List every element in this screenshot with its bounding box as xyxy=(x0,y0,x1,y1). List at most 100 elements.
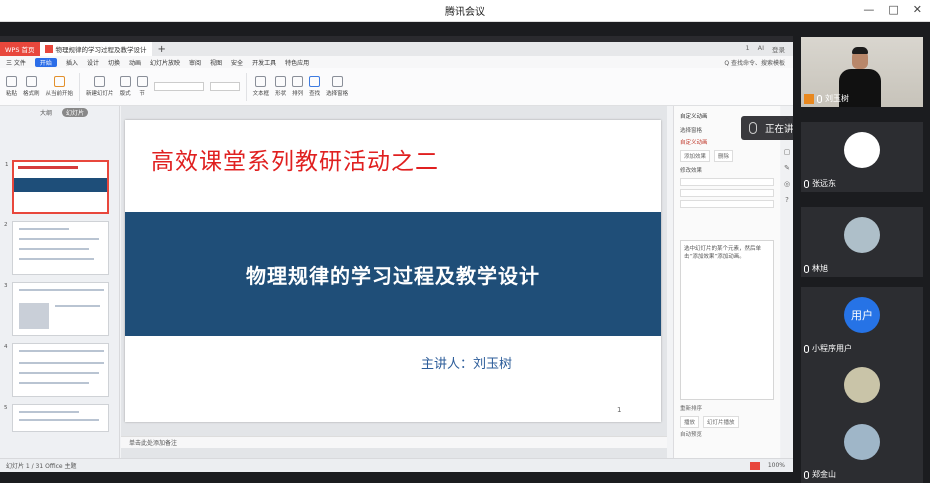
play-button[interactable]: 播放 xyxy=(680,416,700,428)
slide-thumbnail[interactable]: 3 xyxy=(4,282,109,336)
font-family-select[interactable] xyxy=(153,82,204,91)
custom-animation-pane: 自定义动画 选择窗格 自定义动画 添加效果 删除 修改效果 选中幻灯片的某个元素… xyxy=(673,106,780,458)
tabbar-right-item[interactable]: 登录 xyxy=(772,44,785,54)
current-slide[interactable]: 高效课堂系列教研活动之二 物理规律的学习过程及教学设计 主讲人：刘玉树 1 xyxy=(125,120,661,422)
menu-view[interactable]: 视图 xyxy=(210,58,222,67)
selection-pane-icon xyxy=(331,76,343,87)
delete-effect-button[interactable]: 删除 xyxy=(714,150,734,162)
participant-name-text: 刘玉树 xyxy=(825,94,849,103)
shapes-icon xyxy=(275,76,287,87)
menu-developer[interactable]: 开发工具 xyxy=(252,58,276,67)
effect-speed-select[interactable] xyxy=(680,200,774,208)
section-icon xyxy=(136,76,148,87)
participant-tile[interactable]: 用户 小程序用户 xyxy=(801,287,923,357)
menu-insert[interactable]: 插入 xyxy=(66,58,78,67)
slideshow-play-icon[interactable] xyxy=(749,461,760,470)
menu-animation[interactable]: 动画 xyxy=(129,58,141,67)
microphone-icon xyxy=(804,179,809,188)
paste-button[interactable]: 粘贴 xyxy=(6,76,17,97)
textbox-button[interactable]: 文本框 xyxy=(253,76,269,97)
minimize-icon[interactable]: — xyxy=(863,3,874,16)
thumb-text-line xyxy=(55,305,100,307)
tool-icon[interactable]: ▢ xyxy=(784,148,791,156)
tab-wps-home[interactable]: WPS 首页 xyxy=(0,42,40,56)
window-title: 腾讯会议 xyxy=(445,7,485,18)
thumb-text-line xyxy=(19,258,94,260)
menu-file[interactable]: 三 文件 xyxy=(6,58,26,67)
tool-icon[interactable]: ✎ xyxy=(784,164,790,172)
layout-button[interactable]: 版式 xyxy=(119,76,131,97)
tabbar-right-item[interactable]: AI xyxy=(758,44,764,54)
tool-icon[interactable]: ? xyxy=(785,196,789,204)
effect-property-select[interactable] xyxy=(680,189,774,197)
slide-thumbnail[interactable]: 5 xyxy=(4,404,109,432)
participant-tile[interactable]: 郑金山 xyxy=(801,414,923,483)
menu-security[interactable]: 安全 xyxy=(231,58,243,67)
participant-tile[interactable]: 刘玉树 xyxy=(801,37,923,107)
menu-transition[interactable]: 切换 xyxy=(108,58,120,67)
participant-name: 郑金山 xyxy=(804,469,836,480)
section-button[interactable]: 节 xyxy=(136,76,148,97)
tabbar-right: 1 AI 登录 xyxy=(745,44,793,54)
find-button[interactable]: 查找 xyxy=(309,76,320,97)
close-icon[interactable]: ✕ xyxy=(913,3,922,16)
menu-features[interactable]: 特色应用 xyxy=(285,58,309,67)
microphone-icon xyxy=(804,344,809,353)
slide-thumbnail[interactable]: 2 xyxy=(4,221,109,275)
slide-thumbnail[interactable]: 4 xyxy=(4,343,109,397)
slide-number: 5 xyxy=(4,405,8,411)
participant-tile[interactable]: 张远东 xyxy=(801,122,923,192)
tool-icon[interactable]: ◎ xyxy=(784,180,790,188)
new-slide-button[interactable]: 新建幻灯片 xyxy=(86,76,114,97)
textbox-icon xyxy=(255,76,267,87)
participant-tile[interactable]: 林旭 xyxy=(801,207,923,277)
paste-label: 粘贴 xyxy=(6,91,18,97)
participant-name-text: 张远东 xyxy=(812,179,836,188)
participant-name-text: 郑金山 xyxy=(812,470,836,479)
tab-document[interactable]: 物理规律的学习过程及教学设计 xyxy=(39,42,152,56)
microphone-icon xyxy=(749,122,757,134)
microphone-icon xyxy=(804,470,809,479)
menu-review[interactable]: 审阅 xyxy=(189,58,201,67)
zoom-level[interactable]: 100% xyxy=(768,462,785,469)
slideshow-button[interactable]: 幻灯片播放 xyxy=(703,416,739,428)
reorder-label: 重新排序 xyxy=(680,406,703,412)
selection-pane-button[interactable]: 选择窗格 xyxy=(326,76,348,97)
slide-thumbnail[interactable]: 1 xyxy=(5,160,109,214)
menu-slideshow[interactable]: 幻灯片放映 xyxy=(150,58,180,67)
slide-speaker[interactable]: 主讲人：刘玉树 xyxy=(421,353,512,372)
host-icon xyxy=(804,93,814,104)
animation-hint: 选中幻灯片的某个元素，然后单击“添加效果”添加动画。 xyxy=(684,246,762,260)
slide-number: 4 xyxy=(4,344,8,350)
notes-area[interactable]: 单击此处添加备注 xyxy=(121,436,667,448)
command-search[interactable]: Q 查找命令、搜索模板 xyxy=(724,58,793,67)
shapes-button[interactable]: 形状 xyxy=(275,76,286,97)
tabbar-right-item[interactable]: 1 xyxy=(745,44,749,54)
tab-document-label: 物理规律的学习过程及教学设计 xyxy=(55,46,147,54)
add-effect-button[interactable]: 添加效果 xyxy=(680,150,711,162)
slide-number: 1 xyxy=(5,162,9,168)
effect-start-select[interactable] xyxy=(680,178,774,186)
status-right: 100% xyxy=(749,461,793,470)
menu-home[interactable]: 开始 xyxy=(34,57,57,67)
window-controls: — □ ✕ xyxy=(863,3,922,16)
new-tab-button[interactable]: + xyxy=(152,44,172,55)
tab-slides[interactable]: 幻灯片 xyxy=(62,107,89,117)
statusbar: 幻灯片 1 / 31 Office 主题 100% xyxy=(0,458,793,472)
autopreview-checkbox[interactable]: 自动预览 xyxy=(680,430,702,438)
thumb-text-line xyxy=(19,419,99,421)
restore-icon[interactable]: □ xyxy=(888,3,898,16)
slide-subtitle[interactable]: 物理规律的学习过程及教学设计 xyxy=(246,260,540,289)
wps-window: WPS 首页 物理规律的学习过程及教学设计 + 1 AI 登录 三 文件 开始 … xyxy=(0,42,793,472)
tab-outline[interactable]: 大纲 xyxy=(40,108,52,117)
animation-list[interactable]: 选中幻灯片的某个元素，然后单击“添加效果”添加动画。 xyxy=(680,240,774,400)
participant-name-text: 林旭 xyxy=(812,264,828,273)
participant-name: 小程序用户 xyxy=(804,343,852,354)
slide-title[interactable]: 高效课堂系列教研活动之二 xyxy=(151,142,439,176)
play-from-current-button[interactable]: 从当前开始 xyxy=(46,76,73,97)
format-painter-button[interactable]: 格式刷 xyxy=(23,76,40,97)
layout-icon xyxy=(119,76,131,87)
font-size-select[interactable] xyxy=(209,82,240,91)
menu-design[interactable]: 设计 xyxy=(87,58,99,67)
arrange-button[interactable]: 排列 xyxy=(292,76,303,97)
